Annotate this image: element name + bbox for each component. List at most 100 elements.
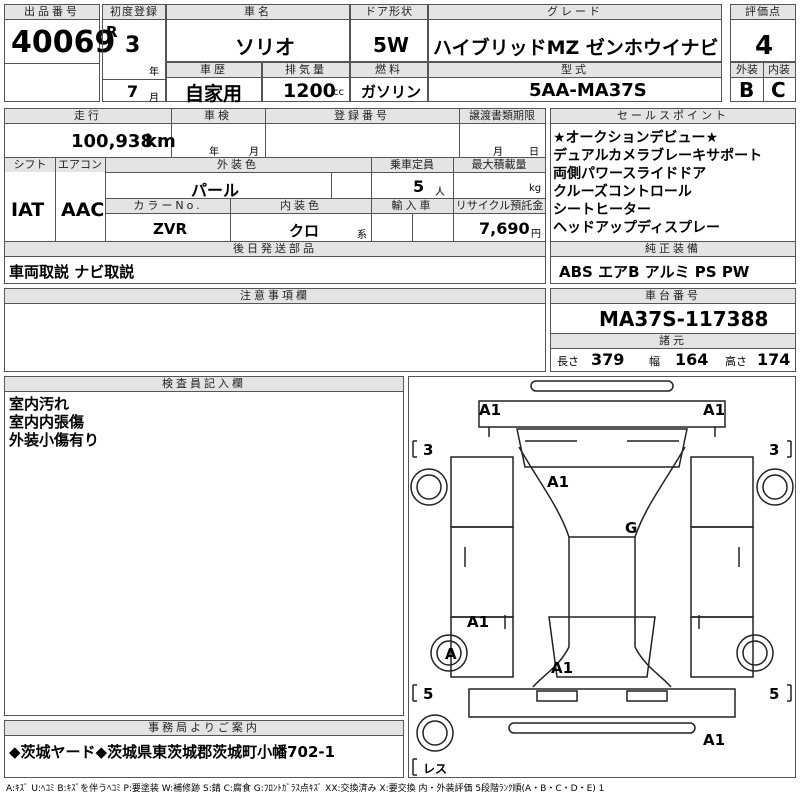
damage-mark: A1 bbox=[703, 731, 725, 749]
genuine-equipment-header: 純正装備 bbox=[551, 242, 795, 256]
displacement: 1200 bbox=[283, 80, 336, 102]
length: 379 bbox=[591, 350, 625, 369]
score-header: 評価点 bbox=[731, 5, 795, 19]
sales-point: ヘッドアップディスプレー bbox=[553, 220, 721, 236]
sales-point: 両側パワースライドドア bbox=[553, 166, 707, 182]
lot-header: 出品番号 bbox=[5, 5, 99, 19]
inspection-month-unit: 月 bbox=[249, 147, 259, 158]
grade-header: グレード bbox=[429, 5, 721, 19]
tire-front-left-depth: 3 bbox=[423, 441, 433, 459]
interior-score: C bbox=[771, 78, 786, 102]
year-unit: 年 bbox=[149, 67, 159, 78]
month-unit: 月 bbox=[149, 93, 159, 104]
transfer-day-unit: 日 bbox=[529, 147, 539, 158]
damage-mark: A bbox=[445, 645, 457, 663]
capacity-unit: 人 bbox=[435, 187, 445, 198]
damage-mark: A1 bbox=[551, 659, 573, 677]
exterior-header: 外装 bbox=[731, 63, 763, 77]
spec-block: 走行 車検 登録番号 譲渡書類期限 100,938 km 年 月 月 日 シフト… bbox=[4, 108, 546, 284]
height-label: 高さ bbox=[725, 355, 747, 368]
genuine-equipment: ABS エアB アルミ PS PW bbox=[559, 263, 750, 281]
car-name: ソリオ bbox=[235, 35, 295, 59]
door-header: ドア形状 bbox=[351, 5, 427, 19]
tire-front-right-depth: 3 bbox=[769, 441, 779, 459]
displacement-header: 排気量 bbox=[263, 63, 349, 77]
car-name-box: 車名 ソリオ bbox=[166, 4, 350, 62]
color-no: ZVR bbox=[153, 220, 188, 238]
sales-points-list: ★オークションデビュー★ デュアルカメラブレーキサポート 両側パワースライドドア… bbox=[553, 129, 762, 237]
office-header: 事務局よりご案内 bbox=[5, 721, 403, 735]
displacement-box: 排気量 1200 cc bbox=[262, 62, 350, 102]
width: 164 bbox=[675, 350, 709, 369]
car-diagram-box: 3 3 5 5 レス A1 A1 A1 G A1 A A1 A1 bbox=[408, 376, 796, 778]
fuel-box: 燃料 ガソリン bbox=[350, 62, 428, 102]
spare-tire: レス bbox=[423, 762, 447, 776]
damage-mark: A1 bbox=[467, 613, 489, 631]
transfer-header: 譲渡書類期限 bbox=[459, 109, 545, 123]
damage-mark: A1 bbox=[703, 401, 725, 419]
sales-point: クルーズコントロール bbox=[553, 184, 692, 200]
office-box: 事務局よりご案内 ◆茨城ヤード◆茨城県東茨城郡茨城町小幡702-1 bbox=[4, 720, 404, 778]
max-load-header: 最大積載量 bbox=[453, 158, 545, 172]
ext-int-box: 外装 内装 B C bbox=[730, 62, 796, 102]
era: R bbox=[106, 23, 118, 41]
displacement-unit: cc bbox=[333, 87, 344, 98]
model-code: 5AA-MA37S bbox=[529, 80, 647, 101]
mileage: 100,938 bbox=[71, 131, 153, 152]
overall-score: 4 bbox=[755, 31, 774, 61]
interior-header: 内装 bbox=[763, 63, 795, 77]
office-notice: ◆茨城ヤード◆茨城県東茨城郡茨城町小幡702-1 bbox=[9, 743, 336, 761]
interior-color: クロ bbox=[289, 222, 320, 240]
legend: A:ｷｽﾞ U:ﾍｺﾐ B:ｷｽﾞを伴うﾍｺﾐ P:要塗装 W:補修跡 S:錆 … bbox=[6, 784, 605, 794]
height: 174 bbox=[757, 350, 791, 369]
model-header: 型式 bbox=[429, 63, 721, 77]
sales-point: デュアルカメラブレーキサポート bbox=[553, 148, 763, 164]
exterior-score: B bbox=[739, 78, 755, 102]
aircon: AAC bbox=[61, 199, 105, 221]
chassis-header: 車台番号 bbox=[551, 289, 795, 303]
sales-points-box: セールスポイント ★オークションデビュー★ デュアルカメラブレーキサポート 両側… bbox=[550, 108, 796, 284]
later-parts: 車両取説 ナビ取説 bbox=[9, 263, 135, 281]
chassis-number: MA37S-117388 bbox=[599, 307, 769, 331]
inspection-header: 車検 bbox=[171, 109, 265, 123]
fuel-header: 燃料 bbox=[351, 63, 427, 77]
car-name-header: 車名 bbox=[167, 5, 349, 19]
tire-rear-left-depth: 5 bbox=[423, 685, 433, 703]
mileage-header: 走行 bbox=[5, 109, 171, 123]
later-parts-header: 後日発送部品 bbox=[5, 242, 545, 256]
fuel: ガソリン bbox=[361, 83, 422, 101]
tire-rear-right-depth: 5 bbox=[769, 685, 779, 703]
aircon-header: エアコン bbox=[55, 158, 105, 172]
history-header: 車歴 bbox=[167, 63, 261, 77]
recycle-unit: 円 bbox=[531, 229, 541, 240]
reg-no-header: 登録番号 bbox=[265, 109, 459, 123]
inspector-note: 室内汚れ bbox=[9, 395, 70, 413]
interior-color-header: 内装色 bbox=[231, 199, 371, 213]
lot-box: 出品番号 40069 bbox=[4, 4, 115, 102]
inspection-year-unit: 年 bbox=[209, 147, 219, 158]
color-header: 外装色 bbox=[105, 158, 371, 172]
color-no-header: カラーNo. bbox=[106, 199, 230, 213]
interior-color-unit: 系 bbox=[357, 230, 367, 241]
damage-mark: A1 bbox=[547, 473, 569, 491]
inspector-note: 外装小傷有り bbox=[9, 431, 100, 449]
first-reg-box: 初度登録 R 3 年 7 月 bbox=[102, 4, 166, 104]
shift: IAT bbox=[11, 199, 45, 221]
history-box: 車歴 自家用 bbox=[166, 62, 262, 105]
inspector-note: 室内内張傷 bbox=[9, 413, 85, 431]
car-diagram: 3 3 5 5 レス A1 A1 A1 G A1 A A1 A1 bbox=[410, 380, 794, 776]
notes-header: 注意事項欄 bbox=[5, 289, 545, 303]
sales-point: シートヒーター bbox=[553, 202, 651, 218]
inspector-box: 検査員記入欄 室内汚れ 室内内張傷 外装小傷有り bbox=[4, 376, 404, 716]
first-reg-header: 初度登録 bbox=[103, 5, 165, 19]
score-box: 評価点 4 bbox=[730, 4, 796, 62]
dimensions-header: 諸元 bbox=[551, 334, 795, 348]
grade: ハイブリッドMZ ゼンホウイナビ bbox=[433, 37, 719, 59]
recycle-fee: 7,690 bbox=[479, 219, 530, 238]
import-header: 輸入車 bbox=[372, 199, 453, 213]
history: 自家用 bbox=[185, 83, 243, 105]
model-box: 型式 5AA-MA37S bbox=[428, 62, 722, 102]
mileage-unit: km bbox=[145, 131, 176, 152]
grade-box: グレード ハイブリッドMZ ゼンホウイナビ bbox=[428, 4, 722, 62]
length-label: 長さ bbox=[557, 355, 579, 368]
